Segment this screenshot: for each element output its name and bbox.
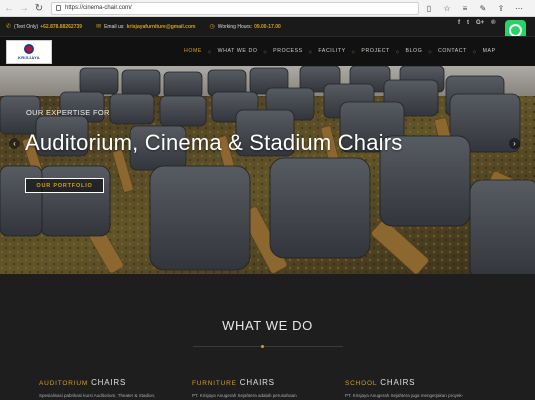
menu-item-facility[interactable]: FACILITY (318, 48, 345, 54)
hours-label: Working Hours: (217, 23, 253, 30)
service-title-text: CHAIRS (91, 378, 127, 387)
service-column-furniture: FURNITURE CHAIRS PT. Krisjaya Anugerah S… (192, 378, 342, 398)
logo-emblem-icon (24, 44, 34, 54)
logo-text: KRISJAYA (18, 55, 40, 60)
phone-value[interactable]: +62.878.88262739 (40, 24, 82, 30)
back-icon[interactable]: ← (3, 1, 15, 15)
pinterest-icon[interactable]: ® (491, 20, 495, 26)
menu-item-what-we-do[interactable]: WHAT WE DO (218, 48, 258, 54)
menu-separator-icon: ◇ (428, 48, 433, 54)
lock-icon (56, 5, 61, 11)
twitter-icon[interactable]: t (467, 20, 469, 26)
service-column-school: SCHOOL CHAIRS PT. Krisjaya Anugerah Seja… (345, 378, 495, 398)
favorite-star-icon[interactable]: ☆ (443, 4, 451, 13)
hero-eyebrow: OUR EXPERTISE FOR (26, 108, 110, 117)
slider-next-icon[interactable]: › (509, 138, 520, 149)
favorites-hub-icon[interactable]: ≡ (461, 4, 469, 13)
site-logo[interactable]: KRISJAYA (6, 40, 52, 64)
menu-separator-icon: ◇ (472, 48, 477, 54)
main-menu: HOME ◇ WHAT WE DO ◇ PROCESS ◇ FACILITY ◇… (180, 48, 500, 54)
section-divider (193, 346, 343, 347)
service-title[interactable]: AUDITORIUM CHAIRS (39, 378, 189, 387)
hours-info: ◷ Working Hours: 09.00-17.00 (209, 23, 281, 31)
clock-icon: ◷ (209, 24, 215, 30)
phone-label: (Text Only) (14, 23, 39, 30)
service-title[interactable]: FURNITURE CHAIRS (192, 378, 342, 387)
more-icon[interactable]: ⋯ (515, 4, 523, 13)
menu-item-blog[interactable]: BLOG (406, 48, 423, 54)
hero-image (0, 66, 535, 274)
top-info-bar: ✆ (Text Only) +62.878.88262739 ✉ Email u… (0, 17, 535, 36)
what-we-do-section: WHAT WE DO AUDITORIUM CHAIRS Spesialisas… (0, 274, 535, 400)
page: ← → ↻ https://cinema-chair.com/ ▯ ☆ ≡ ✎ … (0, 0, 535, 400)
forward-icon[interactable]: → (18, 1, 30, 15)
url-text: https://cinema-chair.com/ (65, 5, 132, 11)
service-column-auditorium: AUDITORIUM CHAIRS Spesialisasi pabrikasi… (39, 378, 189, 398)
menu-item-home[interactable]: HOME (184, 48, 202, 54)
service-description: PT. Krisjaya Anugerah Sejahtera adalah p… (192, 393, 297, 398)
share-icon[interactable]: ⇪ (497, 4, 505, 13)
menu-item-process[interactable]: PROCESS (273, 48, 303, 54)
email-info: ✉ Email us: krisjayafurniture@gmail.com (96, 23, 196, 31)
reading-view-icon[interactable]: ▯ (425, 4, 433, 13)
hero-slider: OUR EXPERTISE FOR Auditorium, Cinema & S… (0, 66, 535, 274)
service-title-text: CHAIRS (239, 378, 275, 387)
menu-separator-icon: ◇ (351, 48, 356, 54)
google-plus-icon[interactable]: G+ (476, 20, 484, 26)
menu-separator-icon: ◇ (395, 48, 400, 54)
slider-prev-icon[interactable]: ‹ (9, 138, 20, 149)
section-title: WHAT WE DO (222, 318, 313, 333)
reload-icon[interactable]: ↻ (33, 1, 45, 15)
social-links: f t G+ ® (458, 20, 496, 26)
service-title-highlight: SCHOOL (345, 380, 378, 387)
hours-value: 09.00-17.00 (254, 23, 281, 30)
browser-toolbar: ← → ↻ https://cinema-chair.com/ ▯ ☆ ≡ ✎ … (0, 0, 535, 17)
section-divider-dot (261, 345, 264, 348)
service-title[interactable]: SCHOOL CHAIRS (345, 378, 495, 387)
service-description: Spesialisasi pabrikasi kursi Auditorium,… (39, 393, 156, 398)
service-title-highlight: FURNITURE (192, 380, 237, 387)
address-bar[interactable]: https://cinema-chair.com/ (51, 1, 419, 15)
email-link[interactable]: krisjayafurniture@gmail.com (127, 24, 196, 30)
email-label: Email us: (104, 23, 125, 30)
menu-item-map[interactable]: MAP (483, 48, 496, 54)
menu-separator-icon: ◇ (308, 48, 313, 54)
phone-icon: ✆ (6, 24, 12, 30)
hero-headline: Auditorium, Cinema & Stadium Chairs (25, 130, 403, 155)
service-description: PT. Krisjaya Anugerah Sejahtera juga men… (345, 393, 464, 398)
pen-icon[interactable]: ✎ (479, 4, 487, 13)
menu-item-contact[interactable]: CONTACT (438, 48, 467, 54)
menu-separator-icon: ◇ (207, 48, 212, 54)
facebook-icon[interactable]: f (458, 20, 460, 26)
menu-separator-icon: ◇ (263, 48, 268, 54)
service-title-highlight: AUDITORIUM (39, 380, 89, 387)
portfolio-button[interactable]: OUR PORTFOLIO (25, 178, 104, 193)
envelope-icon: ✉ (96, 24, 102, 30)
service-title-text: CHAIRS (380, 378, 416, 387)
phone-info: ✆ (Text Only) +62.878.88262739 (6, 23, 82, 31)
menu-item-project[interactable]: PROJECT (361, 48, 389, 54)
site-header: KRISJAYA HOME ◇ WHAT WE DO ◇ PROCESS ◇ F… (0, 36, 535, 66)
